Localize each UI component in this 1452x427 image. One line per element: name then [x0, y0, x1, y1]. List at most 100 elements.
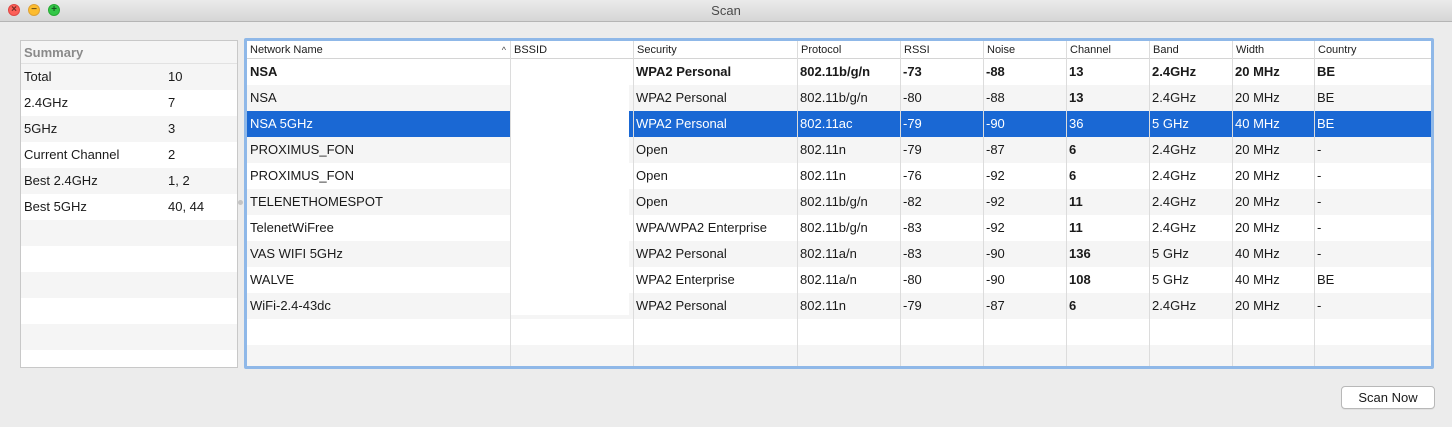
- summary-label: 5GHz: [24, 121, 58, 136]
- column-divider: [510, 41, 511, 366]
- col-rssi-cell: -83: [903, 246, 922, 261]
- col-country-cell: -: [1317, 298, 1322, 313]
- col-security-cell: Open: [636, 194, 668, 209]
- summary-row: 2.4GHz 7: [21, 90, 237, 116]
- table-row[interactable]: TelenetWiFree WPA/WPA2 Enterprise 802.11b/…: [247, 215, 1431, 241]
- col-country-cell: -: [1317, 246, 1322, 261]
- col-channel-header[interactable]: Channel: [1066, 41, 1149, 58]
- col-protocol-cell: 802.11ac: [800, 116, 853, 131]
- col-band-cell: 5 GHz: [1152, 272, 1189, 287]
- col-band-cell: 2.4GHz: [1152, 220, 1197, 235]
- summary-row: Current Channel 2: [21, 142, 237, 168]
- col-width-cell: 40 MHz: [1235, 116, 1280, 131]
- col-country-cell: BE: [1317, 116, 1335, 131]
- column-divider: [1066, 41, 1067, 366]
- col-security-cell: Open: [636, 142, 668, 157]
- table-header: Network Name ^ BSSID Security Protocol RSSI No…: [247, 41, 1431, 59]
- col-width-header[interactable]: Width: [1232, 41, 1314, 58]
- bssid-column-blank: [510, 59, 629, 315]
- summary-value: 3: [168, 121, 176, 136]
- col-channel-cell: 13: [1069, 90, 1084, 105]
- col-width-cell: 20 MHz: [1235, 64, 1280, 79]
- column-divider: [1314, 41, 1315, 366]
- col-protocol-cell: 802.11b/g/n: [800, 90, 868, 105]
- col-band-cell: 2.4GHz: [1152, 142, 1197, 157]
- col-width-cell: 40 MHz: [1235, 272, 1280, 287]
- column-divider: [1149, 41, 1150, 366]
- col-noise-cell: -90: [986, 116, 1005, 131]
- col-network-name-cell: WALVE: [250, 272, 295, 287]
- summary-empty-row: [21, 350, 237, 367]
- table-body: NSA WPA2 Personal 802.11b/g/n -73 -88 13 2.4GH…: [247, 59, 1431, 366]
- col-width-cell: 20 MHz: [1235, 194, 1280, 209]
- col-network-name-cell: VAS WIFI 5GHz: [250, 246, 343, 261]
- summary-panel: Summary Total 10 2.4GHz 7 5GHz 3 Current Chann…: [20, 40, 238, 368]
- summary-empty-row: [21, 246, 237, 272]
- column-header-label: Protocol: [801, 44, 842, 56]
- col-protocol-cell: 802.11a/n: [800, 272, 857, 287]
- sort-ascending-icon: ^: [501, 45, 506, 55]
- summary-value: 10: [168, 69, 183, 84]
- col-security-cell: WPA2 Enterprise: [636, 272, 735, 287]
- col-network-name-header[interactable]: Network Name ^: [247, 41, 510, 58]
- col-band-cell: 5 GHz: [1152, 246, 1189, 261]
- col-rssi-cell: -83: [903, 220, 922, 235]
- table-row[interactable]: WiFi-2.4-43dc WPA2 Personal 802.11n -79 -87 6…: [247, 293, 1431, 319]
- col-rssi-cell: -79: [903, 298, 922, 313]
- column-header-label: Security: [637, 44, 677, 56]
- col-band-cell: 2.4GHz: [1152, 168, 1197, 183]
- col-network-name-cell: NSA: [250, 64, 278, 79]
- col-noise-cell: -90: [986, 272, 1005, 287]
- col-protocol-header[interactable]: Protocol: [797, 41, 900, 58]
- col-protocol-cell: 802.11b/g/n: [800, 194, 868, 209]
- table-row[interactable]: NSA WPA2 Personal 802.11b/g/n -73 -88 13 2.4GH…: [247, 59, 1431, 85]
- summary-label: Best 5GHz: [24, 199, 87, 214]
- summary-value: 7: [168, 95, 176, 110]
- col-band-header[interactable]: Band: [1149, 41, 1232, 58]
- table-empty-row: [247, 345, 1431, 366]
- col-noise-header[interactable]: Noise: [983, 41, 1066, 58]
- table-row[interactable]: TELENETHOMESPOT Open 802.11b/g/n -82 -92 11 2.…: [247, 189, 1431, 215]
- col-noise-cell: -87: [986, 298, 1005, 313]
- col-network-name-cell: TELENETHOMESPOT: [250, 194, 383, 209]
- summary-row: Total 10: [21, 64, 237, 90]
- col-country-header[interactable]: Country: [1314, 41, 1431, 58]
- col-channel-cell: 6: [1069, 168, 1077, 183]
- col-rssi-header[interactable]: RSSI: [900, 41, 983, 58]
- col-width-cell: 20 MHz: [1235, 168, 1280, 183]
- summary-label: Current Channel: [24, 147, 120, 162]
- table-row[interactable]: VAS WIFI 5GHz WPA2 Personal 802.11a/n -83 -9…: [247, 241, 1431, 267]
- table-row[interactable]: NSA 5GHz WPA2 Personal 802.11ac -79 -90 36 5 G…: [247, 111, 1431, 137]
- col-noise-cell: -92: [986, 220, 1005, 235]
- col-security-cell: WPA2 Personal: [636, 246, 727, 261]
- col-band-cell: 2.4GHz: [1152, 298, 1197, 313]
- col-network-name-cell: TelenetWiFree: [250, 220, 334, 235]
- col-band-cell: 2.4GHz: [1152, 194, 1197, 209]
- col-bssid-header[interactable]: BSSID: [510, 41, 633, 58]
- column-divider: [1232, 41, 1233, 366]
- col-protocol-cell: 802.11n: [800, 142, 847, 157]
- table-row[interactable]: WALVE WPA2 Enterprise 802.11a/n -80 -90 108 5 …: [247, 267, 1431, 293]
- summary-row: Best 2.4GHz 1, 2: [21, 168, 237, 194]
- col-network-name-cell: PROXIMUS_FON: [250, 168, 355, 183]
- col-noise-cell: -88: [986, 64, 1005, 79]
- col-noise-cell: -90: [986, 246, 1005, 261]
- col-security-header[interactable]: Security: [633, 41, 797, 58]
- scan-now-button[interactable]: Scan Now: [1341, 386, 1435, 409]
- col-country-cell: BE: [1317, 64, 1336, 79]
- summary-empty-row: [21, 324, 237, 350]
- table-row[interactable]: NSA WPA2 Personal 802.11b/g/n -80 -88 13 2.4GH…: [247, 85, 1431, 111]
- table-row[interactable]: PROXIMUS_FON Open 802.11n -79 -87 6 2.4GHz 20 M…: [247, 137, 1431, 163]
- col-protocol-cell: 802.11b/g/n: [800, 220, 868, 235]
- column-header-label: Network Name: [250, 44, 323, 56]
- col-channel-cell: 11: [1069, 194, 1083, 209]
- col-width-cell: 40 MHz: [1235, 246, 1280, 261]
- col-protocol-cell: 802.11n: [800, 298, 847, 313]
- col-rssi-cell: -79: [903, 116, 922, 131]
- network-table[interactable]: Network Name ^ BSSID Security Protocol RSSI No…: [244, 38, 1434, 369]
- summary-label: 2.4GHz: [24, 95, 69, 110]
- col-protocol-cell: 802.11a/n: [800, 246, 857, 261]
- col-security-cell: WPA/WPA2 Enterprise: [636, 220, 767, 235]
- table-row[interactable]: PROXIMUS_FON Open 802.11n -76 -92 6 2.4GHz 20 M…: [247, 163, 1431, 189]
- split-view-handle[interactable]: [238, 200, 243, 205]
